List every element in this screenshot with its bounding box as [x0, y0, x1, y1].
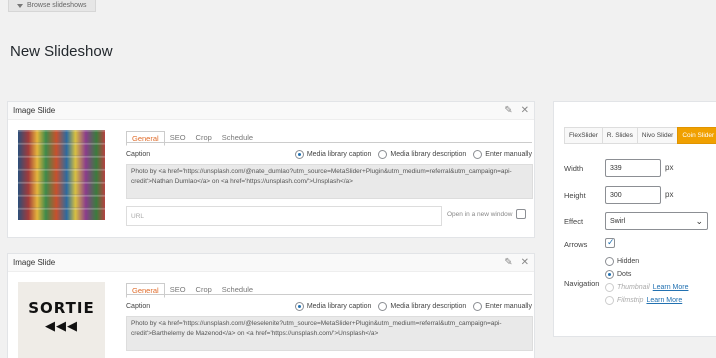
triangle-down-icon	[17, 3, 23, 8]
tab-coin-slider[interactable]: Coin Slider	[677, 127, 716, 144]
nav-option-hidden[interactable]: Hidden	[605, 255, 688, 268]
radio-enter-manually[interactable]: Enter manually	[473, 302, 532, 311]
nav-dots-label: Dots	[617, 271, 632, 278]
radio-unchecked-icon	[605, 257, 614, 266]
browse-slideshows-label: Browse slideshows	[27, 2, 87, 9]
caption-textarea[interactable]: Photo by <a href='https://unsplash.com/@…	[126, 164, 533, 199]
thumbnail-learn-more-link[interactable]: Learn More	[653, 284, 689, 291]
tab-seo[interactable]: SEO	[165, 131, 191, 146]
height-input[interactable]: 300	[605, 186, 661, 204]
slide-title: Image Slide	[13, 258, 56, 267]
tab-flexslider[interactable]: FlexSlider	[564, 127, 603, 144]
radio-media-caption[interactable]: Media library caption	[294, 150, 372, 159]
radio-unchecked-icon	[473, 302, 483, 311]
url-input[interactable]: URL	[126, 206, 442, 226]
browse-slideshows-toggle[interactable]: Browse slideshows	[8, 0, 96, 12]
tabs-divider	[126, 294, 532, 295]
nav-hidden-label: Hidden	[617, 258, 640, 265]
radio-unchecked-icon	[378, 302, 388, 311]
radio-checked-icon	[605, 270, 614, 279]
nav-thumbnail-label: Thumbnail	[617, 284, 650, 291]
tab-nivo-slider[interactable]: Nivo Slider	[636, 127, 679, 144]
filmstrip-learn-more-link[interactable]: Learn More	[646, 297, 682, 304]
slider-type-tabs: FlexSlider R. Slides Nivo Slider Coin Sl…	[564, 127, 716, 144]
radio-disabled-icon	[605, 296, 614, 305]
radio-media-description[interactable]: Media library description	[378, 150, 466, 159]
effect-value: Swirl	[610, 217, 626, 225]
slideshow-settings-panel: FlexSlider R. Slides Nivo Slider Coin Sl…	[553, 101, 716, 337]
tab-schedule[interactable]: Schedule	[217, 283, 258, 298]
navigation-options: Hidden Dots Thumbnail Learn More Filmstr…	[605, 255, 688, 307]
close-icon[interactable]: ✕	[521, 105, 529, 116]
radio-checked-icon	[294, 302, 304, 311]
caption-label: Caption	[126, 303, 151, 310]
edit-pencil-icon[interactable]: ✎	[504, 105, 512, 116]
caption-label: Caption	[126, 151, 151, 158]
radio-disabled-icon	[605, 283, 614, 292]
slide-thumbnail	[18, 130, 105, 220]
tabs-divider	[126, 142, 532, 143]
effect-select[interactable]: Swirl ⌄	[605, 212, 708, 230]
effect-label: Effect	[564, 217, 584, 226]
tab-schedule[interactable]: Schedule	[217, 131, 258, 146]
thumbnail-sign-arrows: ◀◀◀	[45, 318, 78, 333]
arrows-checkbox[interactable]	[605, 237, 615, 248]
new-window-option[interactable]: Open in a new window	[447, 209, 527, 219]
width-input[interactable]: 339	[605, 159, 661, 177]
height-label: Height	[564, 191, 586, 200]
page-title: New Slideshow	[10, 43, 113, 60]
width-unit: px	[665, 163, 674, 172]
nav-option-thumbnail: Thumbnail Learn More	[605, 281, 688, 294]
radio-media-caption[interactable]: Media library caption	[294, 302, 372, 311]
slide-header: Image Slide ✎ ✕	[8, 254, 534, 272]
radio-checked-icon	[294, 150, 304, 159]
arrows-label: Arrows	[564, 240, 588, 249]
height-unit: px	[665, 190, 674, 199]
caption-row: Caption Media library caption Media libr…	[126, 302, 532, 311]
tab-general[interactable]: General	[126, 131, 165, 146]
radio-unchecked-icon	[473, 150, 483, 159]
radio-label: Enter manually	[485, 303, 532, 310]
slide-tabs: General SEO Crop Schedule	[126, 131, 258, 146]
radio-label: Enter manually	[485, 151, 532, 158]
tab-general[interactable]: General	[126, 283, 165, 298]
new-window-checkbox[interactable]	[516, 209, 527, 219]
thumbnail-sign-word: SORTIE	[28, 299, 95, 317]
caption-row: Caption Media library caption Media libr…	[126, 150, 532, 159]
slide-header: Image Slide ✎ ✕	[8, 102, 534, 120]
radio-media-description[interactable]: Media library description	[378, 302, 466, 311]
radio-label: Media library caption	[306, 303, 372, 310]
tab-crop[interactable]: Crop	[191, 283, 217, 298]
navigation-label: Navigation	[564, 279, 600, 288]
slide-tabs: General SEO Crop Schedule	[126, 283, 258, 298]
radio-label: Media library description	[390, 303, 467, 310]
radio-enter-manually[interactable]: Enter manually	[473, 150, 532, 159]
tab-responsive-slides[interactable]: R. Slides	[601, 127, 638, 144]
nav-option-dots[interactable]: Dots	[605, 268, 688, 281]
tab-seo[interactable]: SEO	[165, 283, 191, 298]
edit-pencil-icon[interactable]: ✎	[504, 257, 512, 268]
width-label: Width	[564, 164, 584, 173]
chevron-down-icon: ⌄	[695, 215, 703, 226]
close-icon[interactable]: ✕	[521, 257, 529, 268]
radio-label: Media library caption	[306, 151, 372, 158]
slide-card: Image Slide ✎ ✕ General SEO Crop Schedul…	[7, 101, 535, 238]
radio-label: Media library description	[390, 151, 467, 158]
slide-title: Image Slide	[13, 106, 56, 115]
slide-card: Image Slide ✎ ✕ SORTIE ◀◀◀ General SEO C…	[7, 253, 535, 358]
nav-option-filmstrip: Filmstrip Learn More	[605, 294, 688, 307]
nav-filmstrip-label: Filmstrip	[617, 297, 644, 304]
caption-textarea[interactable]: Photo by <a href='https://unsplash.com/@…	[126, 316, 533, 351]
new-window-label: Open in a new window	[447, 210, 513, 218]
radio-unchecked-icon	[378, 150, 388, 159]
tab-crop[interactable]: Crop	[191, 131, 217, 146]
slide-thumbnail: SORTIE ◀◀◀	[18, 282, 105, 358]
